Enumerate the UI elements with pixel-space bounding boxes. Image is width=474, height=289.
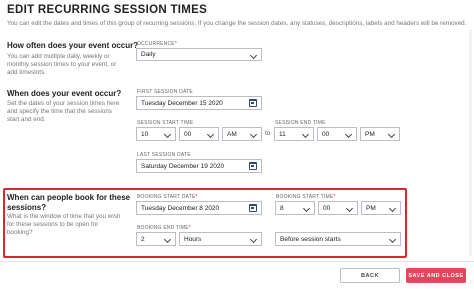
footer-divider bbox=[0, 261, 474, 262]
help-line: Set the dates of your session times here bbox=[7, 100, 120, 107]
start-ampm-select[interactable]: AM bbox=[222, 127, 262, 141]
page-intro: You can edit the dates and times of this… bbox=[7, 20, 467, 27]
last-session-date-label: LAST SESSION DATE bbox=[137, 152, 191, 158]
save-and-close-button[interactable]: SAVE AND CLOSE bbox=[406, 268, 466, 283]
calendar-icon[interactable] bbox=[249, 204, 257, 212]
booking-start-date-label-text: BOOKING START DATE bbox=[137, 194, 196, 200]
start-minute-value: 00 bbox=[184, 130, 192, 138]
help-line: and specify the time that the sessions bbox=[7, 108, 113, 116]
required-mark: * bbox=[333, 194, 336, 200]
booking-end-unit-value: Hours bbox=[184, 235, 202, 243]
last-session-date-input[interactable]: Saturday December 19 2020 bbox=[136, 159, 262, 173]
booking-start-ampm-value: PM bbox=[366, 204, 376, 212]
occurrence-value: Daily bbox=[141, 51, 156, 58]
start-ampm-value: AM bbox=[227, 130, 237, 138]
when-question: When does your event occur? bbox=[7, 89, 122, 98]
end-ampm-value: PM bbox=[365, 130, 375, 138]
end-minute-select[interactable]: 00 bbox=[317, 127, 357, 141]
booking-start-date-input[interactable]: Tuesday December 8 2020 bbox=[136, 201, 262, 215]
occurrence-label: OCCURRENCE* bbox=[137, 41, 177, 47]
booking-end-unit-select[interactable]: Hours bbox=[179, 232, 262, 246]
end-minute-value: 00 bbox=[322, 130, 330, 138]
calendar-icon[interactable] bbox=[249, 99, 257, 107]
booking-start-time-label-text: BOOKING START TIME bbox=[276, 194, 334, 200]
first-session-date-input[interactable]: Tuesday December 15 2020 bbox=[136, 96, 262, 110]
booking-end-time-label-text: BOOKING END TIME bbox=[137, 225, 189, 231]
booking-start-date-label: BOOKING START DATE* bbox=[137, 194, 198, 200]
booking-start-hour-value: 8 bbox=[280, 204, 284, 212]
end-ampm-select[interactable]: PM bbox=[360, 127, 400, 141]
booking-start-date-value: Tuesday December 8 2020 bbox=[141, 204, 220, 212]
booking-end-amount-select[interactable]: 2 bbox=[136, 232, 176, 246]
start-hour-select[interactable]: 10 bbox=[136, 127, 176, 141]
required-mark: * bbox=[174, 41, 177, 47]
help-line: monthly session times to your event, or bbox=[7, 61, 117, 69]
page-title: EDIT RECURRING SESSION TIMES bbox=[7, 4, 208, 16]
booking-end-relative-value: Before session starts bbox=[280, 235, 341, 243]
start-hour-value: 10 bbox=[141, 130, 149, 138]
required-mark: * bbox=[188, 225, 191, 231]
session-start-time-label: SESSION START TIME bbox=[137, 120, 194, 126]
booking-start-ampm-select[interactable]: PM bbox=[361, 201, 401, 215]
first-session-date-value: Tuesday December 15 2020 bbox=[141, 99, 223, 107]
booking-start-minute-select[interactable]: 00 bbox=[318, 201, 358, 215]
help-line: add timeslots. bbox=[7, 69, 46, 77]
end-hour-select[interactable]: 11 bbox=[274, 127, 314, 141]
when-help: Set the dates of your session times here… bbox=[7, 100, 119, 125]
first-session-date-label: FIRST SESSION DATE bbox=[137, 89, 193, 95]
calendar-icon[interactable] bbox=[249, 162, 257, 170]
start-minute-select[interactable]: 00 bbox=[179, 127, 219, 141]
booking-end-relative-select[interactable]: Before session starts bbox=[275, 232, 401, 246]
occurrence-question: How often does your event occur? bbox=[7, 41, 139, 50]
occurrence-label-text: OCCURRENCE bbox=[137, 41, 175, 47]
booking-start-minute-value: 00 bbox=[323, 204, 331, 212]
to-text: to bbox=[265, 130, 271, 137]
scrollbar[interactable] bbox=[469, 30, 472, 256]
booking-start-time-label: BOOKING START TIME* bbox=[276, 194, 336, 200]
booking-end-amount-value: 2 bbox=[141, 235, 145, 243]
occurrence-select[interactable]: Daily bbox=[136, 48, 262, 61]
last-session-date-value: Saturday December 19 2020 bbox=[141, 162, 225, 170]
occurrence-help: You can add multiple daily, weekly or mo… bbox=[7, 53, 116, 78]
back-button[interactable]: BACK bbox=[340, 268, 400, 283]
booking-end-time-label: BOOKING END TIME* bbox=[137, 225, 191, 231]
booking-highlight-frame bbox=[3, 188, 407, 258]
help-line: start and end. bbox=[7, 116, 46, 124]
help-line: You can add multiple daily, weekly or bbox=[7, 53, 110, 60]
required-mark: * bbox=[195, 194, 198, 200]
session-end-time-label: SESSION END TIME bbox=[275, 120, 326, 126]
booking-start-hour-select[interactable]: 8 bbox=[275, 201, 315, 215]
end-hour-value: 11 bbox=[279, 130, 286, 138]
